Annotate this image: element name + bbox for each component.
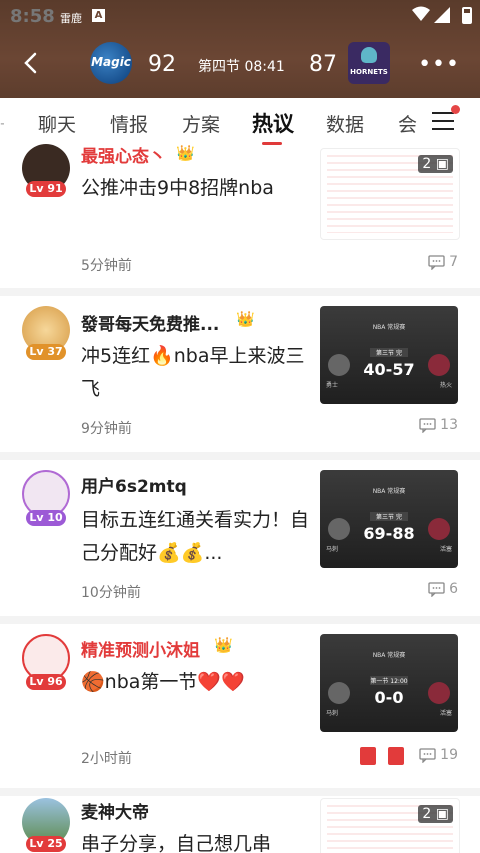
post-card[interactable]: Lv 96 精准预测小沐姐 👑 🏀nba第一节❤️❤️ 2小时前 19 NBA … <box>0 624 480 788</box>
thumb-team-right-logo <box>428 354 450 376</box>
match-header: 8:58 雷鹿 A Magic 92 第四节 08:41 87 HORNETS … <box>0 0 480 98</box>
status-bar: 8:58 雷鹿 A <box>0 0 480 34</box>
status-time: 8:58 <box>10 6 55 27</box>
comment-count[interactable]: 19 <box>419 747 458 764</box>
post-content: 串子分享，自己想几串 <box>81 833 272 853</box>
thumb-team-right: 热火 <box>439 382 452 389</box>
divider <box>0 288 480 296</box>
thumb-team-right-logo <box>428 682 450 704</box>
post-image[interactable]: 2 ▣ <box>320 798 460 853</box>
level-badge: Lv 91 <box>26 181 66 197</box>
game-thumbnail[interactable]: NBA 常规赛 第三节 完 69-88 马刺 活塞 <box>320 470 458 568</box>
battery-icon <box>462 7 472 24</box>
away-team-name: HORNETS <box>350 68 388 76</box>
thumb-league: NBA 常规赛 <box>372 652 406 659</box>
level-badge: Lv 25 <box>26 836 66 852</box>
notification-dot <box>451 105 460 114</box>
menu-icon[interactable] <box>432 112 454 132</box>
tab-member[interactable]: 会 <box>398 110 417 137</box>
status-app-name: 雷鹿 <box>60 12 82 25</box>
tab-data[interactable]: 数据 <box>326 110 364 137</box>
wifi-icon <box>412 6 430 21</box>
post-card[interactable]: Lv 37 發哥每天免费推... 👑 冲5连红🔥nba早上来波三飞 9分钟前 1… <box>0 296 480 452</box>
away-team-logo[interactable]: HORNETS <box>348 42 390 84</box>
post-time: 5分钟前 <box>81 258 132 274</box>
comment-icon <box>419 747 436 764</box>
username[interactable]: 發哥每天免费推... <box>81 310 219 335</box>
a-icon: A <box>92 9 105 22</box>
image-count-badge: 2 ▣ <box>418 805 453 823</box>
thumb-team-right-logo <box>428 518 450 540</box>
level-badge: Lv 96 <box>26 674 66 690</box>
username[interactable]: 麦神大帝 <box>81 798 149 823</box>
thumb-team-left: 勇士 <box>326 382 339 389</box>
game-thumbnail[interactable]: NBA 常规赛 第三节 完 40-57 勇士 热火 <box>320 306 458 404</box>
lock-icon <box>360 747 376 765</box>
thumb-team-left: 马刺 <box>326 710 339 717</box>
post-card[interactable]: Lv 10 用户6s2mtq 目标五连红通关看实力！自己分配好💰💰... 10分… <box>0 460 480 616</box>
divider <box>0 452 480 460</box>
tab-edge: 一 <box>0 110 4 137</box>
crown-icon: 👑 <box>236 310 255 328</box>
thumb-team-right: 活塞 <box>439 546 452 553</box>
post-image[interactable]: 2 ▣ <box>320 148 460 240</box>
tab-chat[interactable]: 聊天 <box>38 110 76 137</box>
post-time: 10分钟前 <box>81 585 141 601</box>
level-badge: Lv 10 <box>26 510 66 526</box>
thumb-team-left: 马刺 <box>326 546 339 553</box>
post-time: 9分钟前 <box>81 421 132 437</box>
thumb-period: 第三节 完 <box>370 512 408 521</box>
thumb-team-right: 活塞 <box>439 710 452 717</box>
comment-icon <box>428 254 445 271</box>
comment-count[interactable]: 7 <box>428 254 458 271</box>
red-envelope-icon <box>388 747 404 765</box>
thumb-league: NBA 常规赛 <box>372 488 406 495</box>
comment-count[interactable]: 6 <box>428 581 458 598</box>
image-count-badge: 2 ▣ <box>418 155 453 173</box>
signal-icon <box>434 7 450 23</box>
thumb-period: 第三节 完 <box>370 348 408 357</box>
comment-count[interactable]: 13 <box>419 417 458 434</box>
hornet-icon <box>361 47 377 63</box>
tab-intel[interactable]: 情报 <box>110 110 148 137</box>
username[interactable]: 最强心态丶 <box>81 142 166 167</box>
home-team-logo[interactable]: Magic <box>90 42 132 84</box>
game-thumbnail[interactable]: NBA 常规赛 第一节 12:00 0-0 马刺 活塞 <box>320 634 458 732</box>
divider <box>0 616 480 624</box>
home-team-name: Magic <box>91 55 131 69</box>
game-period: 第四节 08:41 <box>198 59 285 75</box>
comment-icon <box>428 581 445 598</box>
post-content: 🏀nba第一节❤️❤️ <box>81 671 245 693</box>
tab-plans[interactable]: 方案 <box>182 110 220 137</box>
divider <box>0 788 480 796</box>
more-icon[interactable]: ••• <box>418 52 460 77</box>
crown-icon: 👑 <box>214 636 233 654</box>
post-card[interactable]: Lv 25 麦神大帝 串子分享，自己想几串 2 ▣ <box>0 796 480 853</box>
active-tab-indicator <box>262 142 282 145</box>
thumb-league: NBA 常规赛 <box>372 324 406 331</box>
scoreboard: Magic 92 第四节 08:41 87 HORNETS <box>0 40 480 90</box>
crown-icon: 👑 <box>176 144 195 162</box>
username[interactable]: 精准预测小沐姐 <box>81 636 200 661</box>
tab-bar: 一 聊天 情报 方案 热议 数据 会 <box>0 98 480 149</box>
post-content: 冲5连红🔥nba早上来波三飞 <box>81 345 305 400</box>
level-badge: Lv 37 <box>26 344 66 360</box>
post-content: 公推冲击9中8招牌nba <box>81 177 274 199</box>
comment-icon <box>419 417 436 434</box>
away-score: 87 <box>309 52 337 77</box>
username[interactable]: 用户6s2mtq <box>81 472 187 497</box>
thumb-period: 第一节 12:00 <box>370 676 408 685</box>
home-score: 92 <box>148 52 176 77</box>
post-card[interactable]: Lv 91 最强心态丶 👑 公推冲击9中8招牌nba 5分钟前 7 2 ▣ <box>0 144 480 288</box>
tab-hot[interactable]: 热议 <box>252 108 294 138</box>
post-content: 目标五连红通关看实力！自己分配好💰💰... <box>81 509 310 564</box>
post-time: 2小时前 <box>81 751 132 767</box>
